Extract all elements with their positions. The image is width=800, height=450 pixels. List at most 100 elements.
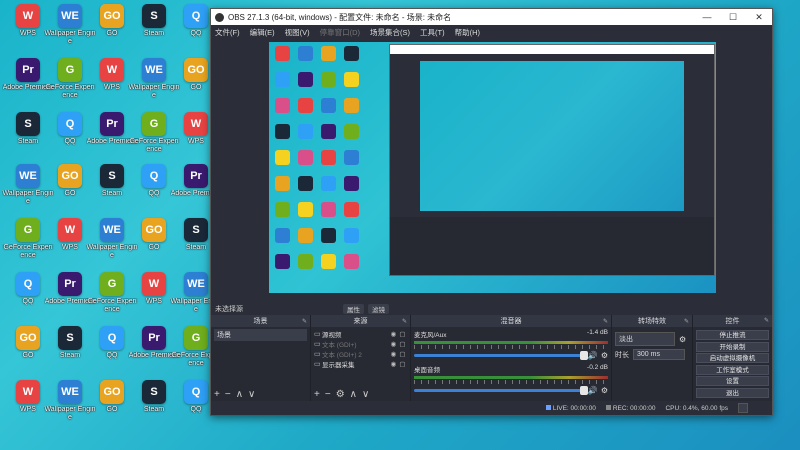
eye-icon[interactable]: ◉ bbox=[389, 360, 398, 368]
lock-icon[interactable]: ▢ bbox=[398, 360, 407, 368]
source-item[interactable]: ▭ 文本 (GDI+) ◉ ▢ bbox=[314, 339, 407, 349]
move-down-icon[interactable]: ∨ bbox=[248, 389, 255, 400]
desktop-icon[interactable]: Pr Adobe Premiere bbox=[87, 112, 137, 162]
preview-desktop-icon bbox=[275, 202, 290, 217]
lock-icon[interactable]: ▢ bbox=[398, 330, 407, 338]
volume-slider[interactable] bbox=[414, 351, 588, 360]
desktop-icon[interactable]: S Steam bbox=[6, 112, 50, 162]
eye-icon[interactable]: ◉ bbox=[389, 350, 398, 358]
desktop-icon[interactable]: W WPS bbox=[48, 218, 92, 268]
add-icon[interactable]: + bbox=[314, 389, 320, 400]
close-icon[interactable]: ✕ bbox=[746, 12, 772, 23]
desktop-icon[interactable]: Pr Adobe Premiere bbox=[45, 272, 95, 322]
control-button[interactable]: 退出 bbox=[696, 387, 769, 398]
menu-scene-collection[interactable]: 场景集合(S) bbox=[370, 27, 410, 38]
source-item[interactable]: ▭ 显示器采集 ◉ ▢ bbox=[314, 359, 407, 369]
desktop-icon[interactable]: WE Wallpaper Engine bbox=[2, 164, 54, 214]
menu-help[interactable]: 帮助(H) bbox=[455, 27, 480, 38]
pin-icon[interactable]: ✎ bbox=[603, 318, 608, 325]
app-icon: W bbox=[100, 58, 124, 82]
eye-icon[interactable]: ◉ bbox=[389, 330, 398, 338]
desktop-icon[interactable]: GO GO bbox=[90, 380, 134, 430]
desktop-icon[interactable]: S Steam bbox=[132, 380, 176, 430]
minimize-icon[interactable]: — bbox=[694, 12, 720, 22]
desktop-icon[interactable]: W WPS bbox=[6, 4, 50, 54]
scene-list-item[interactable]: 场景 bbox=[214, 329, 307, 341]
slider-handle[interactable] bbox=[579, 351, 588, 360]
menu-bar: 文件(F) 编辑(E) 视图(V) 停靠窗口(D) 场景集合(S) 工具(T) … bbox=[211, 25, 772, 39]
controls-title: 控件 bbox=[725, 317, 740, 325]
preview-canvas[interactable] bbox=[269, 42, 716, 293]
remove-icon[interactable]: − bbox=[325, 389, 331, 400]
slider-handle[interactable] bbox=[579, 386, 588, 395]
gear-icon[interactable]: ⚙ bbox=[601, 351, 608, 360]
desktop-icon[interactable]: W WPS bbox=[6, 380, 50, 430]
move-up-icon[interactable]: ∧ bbox=[236, 389, 243, 400]
lock-icon[interactable]: ▢ bbox=[398, 340, 407, 348]
desktop-icon[interactable]: WE Wallpaper Engine bbox=[86, 218, 138, 268]
meter-scale bbox=[414, 345, 608, 349]
control-button[interactable]: 设置 bbox=[696, 376, 769, 386]
transition-select[interactable]: 淡出 bbox=[615, 332, 675, 346]
move-down-icon[interactable]: ∨ bbox=[362, 389, 369, 400]
desktop-icon[interactable]: W WPS bbox=[90, 58, 134, 108]
speaker-icon[interactable]: 🔊 bbox=[588, 386, 598, 395]
control-button[interactable]: 工作室模式 bbox=[696, 364, 769, 375]
gear-icon[interactable]: ⚙ bbox=[679, 335, 686, 344]
gear-icon[interactable]: ⚙ bbox=[336, 389, 345, 400]
desktop-icon[interactable]: Q QQ bbox=[132, 164, 176, 214]
desktop-icon[interactable]: G GeForce Experience bbox=[87, 272, 137, 322]
desktop-icon[interactable]: WE Wallpaper Engine bbox=[44, 380, 96, 430]
obs-titlebar[interactable]: OBS 27.1.3 (64-bit, windows) - 配置文件: 未命名… bbox=[211, 9, 772, 25]
eye-icon[interactable]: ◉ bbox=[389, 340, 398, 348]
properties-button[interactable]: 属性 bbox=[343, 304, 364, 314]
add-icon[interactable]: + bbox=[214, 389, 220, 400]
pin-icon[interactable]: ✎ bbox=[684, 318, 689, 325]
preview-desktop-icon bbox=[298, 124, 313, 139]
desktop-icon[interactable]: GO GO bbox=[6, 326, 50, 376]
move-up-icon[interactable]: ∧ bbox=[350, 389, 357, 400]
resize-grip-icon[interactable] bbox=[738, 403, 748, 413]
pin-icon[interactable]: ✎ bbox=[764, 317, 769, 324]
desktop-icon[interactable]: Pr Adobe Premiere bbox=[3, 58, 53, 108]
desktop-icon[interactable]: Q QQ bbox=[90, 326, 134, 376]
control-button[interactable]: 停止推流 bbox=[696, 330, 769, 340]
duration-input[interactable]: 300 ms bbox=[633, 349, 685, 360]
remove-icon[interactable]: − bbox=[225, 389, 231, 400]
desktop-icon[interactable]: G GeForce Experience bbox=[129, 112, 179, 162]
speaker-icon[interactable]: 🔊 bbox=[588, 351, 598, 360]
source-item[interactable]: ▭ 文本 (GDI+) 2 ◉ ▢ bbox=[314, 349, 407, 359]
pin-icon[interactable]: ✎ bbox=[402, 318, 407, 325]
desktop-icon[interactable]: S Steam bbox=[132, 4, 176, 54]
menu-edit[interactable]: 编辑(E) bbox=[250, 27, 275, 38]
menu-docks[interactable]: 停靠窗口(D) bbox=[320, 27, 360, 38]
desktop-icon[interactable]: WE Wallpaper Engine bbox=[44, 4, 96, 54]
control-button[interactable]: 开始录制 bbox=[696, 341, 769, 352]
desktop-icon[interactable]: S Steam bbox=[90, 164, 134, 214]
obs-window[interactable]: OBS 27.1.3 (64-bit, windows) - 配置文件: 未命名… bbox=[210, 8, 773, 416]
desktop-icon[interactable]: S Steam bbox=[48, 326, 92, 376]
preview-area[interactable] bbox=[211, 39, 772, 305]
control-button[interactable]: 启动虚拟摄像机 bbox=[696, 353, 769, 363]
pin-icon[interactable]: ✎ bbox=[302, 318, 307, 325]
filters-button[interactable]: 滤镜 bbox=[368, 304, 389, 314]
desktop-icon[interactable]: GO GO bbox=[132, 218, 176, 268]
desktop-icon[interactable]: GO GO bbox=[90, 4, 134, 54]
menu-file[interactable]: 文件(F) bbox=[215, 27, 240, 38]
desktop-icon[interactable]: Pr Adobe Premiere bbox=[129, 326, 179, 376]
source-item[interactable]: ▭ 源视频 ◉ ▢ bbox=[314, 329, 407, 339]
maximize-icon[interactable]: ☐ bbox=[720, 12, 746, 23]
menu-view[interactable]: 视图(V) bbox=[285, 27, 310, 38]
lock-icon[interactable]: ▢ bbox=[398, 350, 407, 358]
desktop-icon[interactable]: Q QQ bbox=[48, 112, 92, 162]
desktop-icon[interactable]: WE Wallpaper Engine bbox=[128, 58, 180, 108]
volume-slider[interactable] bbox=[414, 386, 588, 395]
desktop-icon[interactable]: G GeForce Experience bbox=[45, 58, 95, 108]
desktop-icon[interactable]: GO GO bbox=[48, 164, 92, 214]
desktop-icon[interactable]: G GeForce Experience bbox=[3, 218, 53, 268]
desktop-icon[interactable]: W WPS bbox=[132, 272, 176, 322]
desktop-icon[interactable]: Q QQ bbox=[6, 272, 50, 322]
gear-icon[interactable]: ⚙ bbox=[601, 386, 608, 395]
preview-desktop-icon bbox=[321, 176, 336, 191]
menu-tools[interactable]: 工具(T) bbox=[420, 27, 445, 38]
